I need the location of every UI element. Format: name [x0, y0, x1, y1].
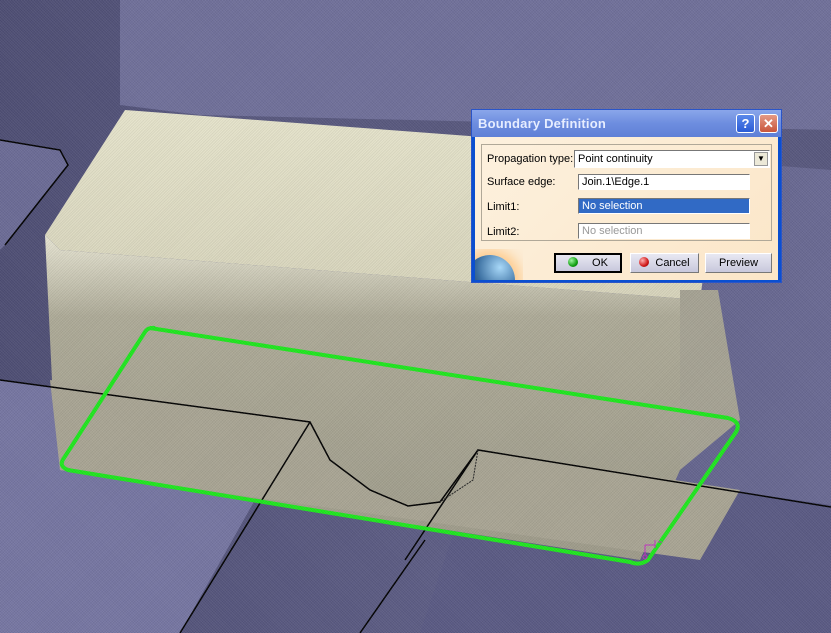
3d-viewport[interactable] [0, 0, 831, 633]
surface-edge-field[interactable]: Join.1\Edge.1 [578, 174, 750, 190]
close-button[interactable]: ✕ [759, 114, 778, 133]
dialog-titlebar[interactable]: Boundary Definition ? ✕ [472, 110, 781, 137]
close-icon: ✕ [763, 116, 774, 131]
dialog-body: Propagation type: Point continuity ▼ Sur… [475, 137, 778, 280]
fields-group: Propagation type: Point continuity ▼ Sur… [481, 144, 772, 241]
propagation-type-select[interactable]: Point continuity ▼ [574, 150, 770, 168]
limit1-field[interactable]: No selection [578, 198, 750, 214]
preview-button[interactable]: Preview [705, 253, 772, 273]
propagation-type-value: Point continuity [578, 153, 653, 165]
propagation-type-label: Propagation type: [487, 153, 574, 165]
help-icon: ? [741, 116, 750, 131]
ok-label: OK [592, 257, 608, 269]
limit2-label: Limit2: [487, 226, 520, 238]
ok-button[interactable]: OK [554, 253, 622, 273]
boundary-definition-dialog: Boundary Definition ? ✕ Propagation type… [471, 109, 782, 283]
help-button[interactable]: ? [736, 114, 755, 133]
dialog-title: Boundary Definition [478, 116, 607, 131]
cancel-button[interactable]: Cancel [630, 253, 699, 273]
chevron-down-icon[interactable]: ▼ [754, 152, 768, 166]
surface-edge-label: Surface edge: [487, 176, 556, 188]
catia-logo-icon [475, 249, 523, 280]
cancel-icon [639, 257, 650, 267]
ok-icon [568, 257, 579, 267]
limit1-label: Limit1: [487, 201, 520, 213]
cancel-label: Cancel [655, 257, 690, 269]
limit2-field[interactable]: No selection [578, 223, 750, 239]
